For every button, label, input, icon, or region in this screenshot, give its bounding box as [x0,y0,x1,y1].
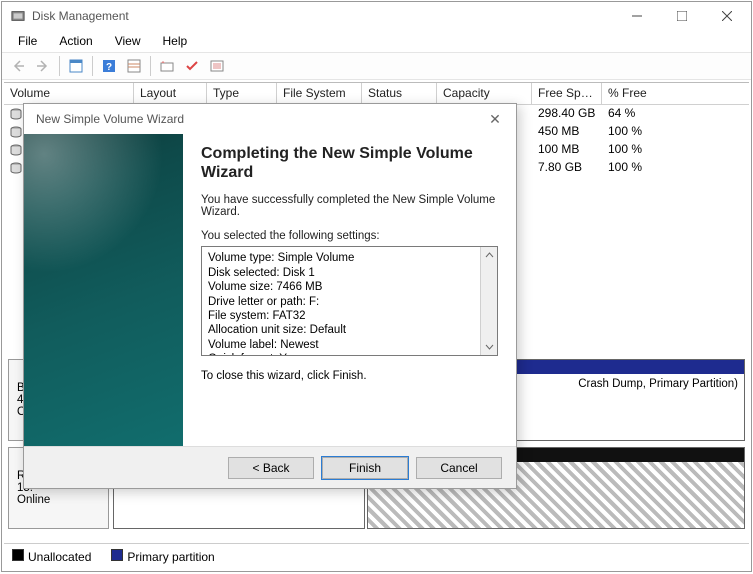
setting-line: Volume label: Newest [208,338,474,352]
tool-bar: ? [2,52,751,80]
wizard-settings-list[interactable]: Volume type: Simple Volume Disk selected… [202,247,480,355]
help-button[interactable]: ? [97,55,121,77]
close-button[interactable] [704,2,749,30]
app-icon [10,8,26,24]
wizard-banner [24,134,183,446]
scroll-down-icon[interactable] [481,338,497,355]
col-type[interactable]: Type [207,83,277,104]
window-controls [614,2,749,30]
legend-label: Unallocated [28,550,91,564]
menu-view[interactable]: View [105,32,151,50]
legend: Unallocated Primary partition [4,543,749,569]
cancel-button[interactable]: Cancel [416,457,502,479]
close-icon[interactable]: ✕ [480,111,510,128]
cell-pct: 100 % [602,159,749,177]
list-button[interactable] [205,55,229,77]
wizard-paragraph: You have successfully completed the New … [201,194,498,218]
setting-line: Disk selected: Disk 1 [208,266,474,280]
finish-button[interactable]: Finish [322,457,408,479]
col-filesystem[interactable]: File System [277,83,362,104]
toolbar-separator [92,56,93,76]
disk-label-line: Online [17,494,100,506]
wizard-settings-box: Volume type: Simple Volume Disk selected… [201,246,498,356]
check-button[interactable] [180,55,204,77]
menu-help[interactable]: Help [153,32,198,50]
cell-pct: 64 % [602,105,749,123]
cell-pct: 100 % [602,123,749,141]
toolbar-separator [150,56,151,76]
view-button[interactable] [122,55,146,77]
back-button[interactable] [6,55,30,77]
wizard-title-bar: New Simple Volume Wizard ✕ [24,104,516,134]
volume-icon [10,126,22,138]
wizard-close-hint: To close this wizard, click Finish. [201,370,498,382]
volume-icon [10,144,22,156]
action-button[interactable] [155,55,179,77]
wizard-heading: Completing the New Simple Volume Wizard [201,144,498,182]
scroll-track[interactable] [481,264,497,338]
scroll-up-icon[interactable] [481,247,497,264]
legend-primary: Primary partition [111,549,214,564]
svg-text:?: ? [106,62,112,73]
cell-free: 450 MB [532,123,602,141]
maximize-button[interactable] [659,2,704,30]
col-pctfree[interactable]: % Free [602,83,749,104]
col-layout[interactable]: Layout [134,83,207,104]
setting-line: Volume type: Simple Volume [208,251,474,265]
wizard-settings: You selected the following settings: Vol… [201,230,498,356]
scrollbar[interactable] [480,247,497,355]
col-status[interactable]: Status [362,83,437,104]
toolbar-separator [59,56,60,76]
wizard-title: New Simple Volume Wizard [36,112,184,126]
volume-list-header: Volume Layout Type File System Status Ca… [4,83,749,105]
volume-icon [10,162,22,174]
forward-button[interactable] [31,55,55,77]
setting-line: Drive letter or path: F: [208,295,474,309]
cell-free: 298.40 GB [532,105,602,123]
col-volume[interactable]: Volume [4,83,134,104]
col-capacity[interactable]: Capacity [437,83,532,104]
setting-line: Quick format: Yes [208,352,474,355]
legend-label: Primary partition [127,550,214,564]
cell-free: 7.80 GB [532,159,602,177]
minimize-button[interactable] [614,2,659,30]
cell-pct: 100 % [602,141,749,159]
window-title: Disk Management [32,9,614,23]
setting-line: Allocation unit size: Default [208,323,474,337]
setting-line: File system: FAT32 [208,309,474,323]
wizard-content: Completing the New Simple Volume Wizard … [183,134,516,446]
wizard-dialog: New Simple Volume Wizard ✕ Completing th… [23,103,517,489]
legend-unallocated: Unallocated [12,549,91,564]
title-bar: Disk Management [2,2,751,30]
cell-free: 100 MB [532,141,602,159]
wizard-body: Completing the New Simple Volume Wizard … [24,134,516,446]
back-button[interactable]: < Back [228,457,314,479]
wizard-settings-label: You selected the following settings: [201,230,498,242]
menu-action[interactable]: Action [49,32,102,50]
properties-button[interactable] [64,55,88,77]
menu-bar: File Action View Help [2,30,751,52]
menu-file[interactable]: File [8,32,47,50]
setting-line: Volume size: 7466 MB [208,280,474,294]
col-freespace[interactable]: Free Spa... [532,83,602,104]
volume-icon [10,108,22,120]
wizard-button-bar: < Back Finish Cancel [24,446,516,488]
